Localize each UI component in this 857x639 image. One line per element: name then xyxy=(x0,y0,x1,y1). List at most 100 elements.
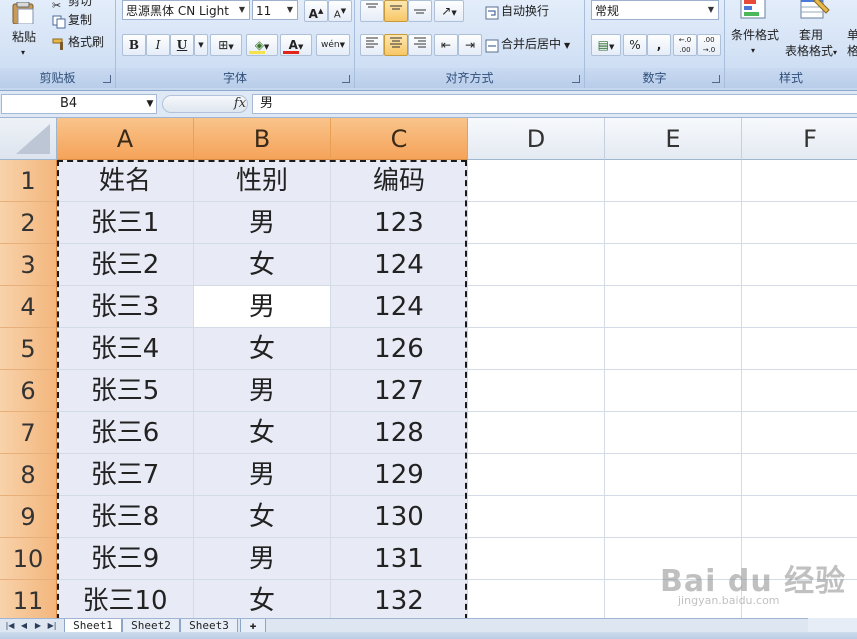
number-format-combo[interactable]: 常规 ▼ xyxy=(591,0,719,20)
row-header-1[interactable]: 1 xyxy=(0,160,57,202)
chevron-down-icon[interactable]: ▼ xyxy=(144,94,156,114)
align-left-button[interactable] xyxy=(360,34,384,56)
increase-decimal-button[interactable]: ←.0 .00 xyxy=(673,34,697,56)
cell-b11[interactable]: 女 xyxy=(194,580,331,618)
cell-b10[interactable]: 男 xyxy=(194,538,331,580)
cell-b7[interactable]: 女 xyxy=(194,412,331,454)
column-header-d[interactable]: D xyxy=(468,118,605,160)
chevron-down-icon[interactable]: ▾ xyxy=(751,40,755,62)
percent-button[interactable]: % xyxy=(623,34,647,56)
align-top-button[interactable] xyxy=(360,0,384,22)
align-center-button[interactable] xyxy=(384,34,408,56)
decrease-decimal-button[interactable]: .00 →.0 xyxy=(697,34,721,56)
cell-b2[interactable]: 男 xyxy=(194,202,331,244)
cell-b6[interactable]: 男 xyxy=(194,370,331,412)
font-launcher-icon[interactable] xyxy=(342,75,350,83)
row-header-10[interactable]: 10 xyxy=(0,538,57,580)
clipboard-launcher-icon[interactable] xyxy=(103,75,111,83)
column-header-b[interactable]: B xyxy=(194,118,331,160)
copy-button[interactable]: 复制 xyxy=(52,9,92,31)
row-header-6[interactable]: 6 xyxy=(0,370,57,412)
merge-center-button[interactable]: 合并后居中 ▼ xyxy=(485,33,570,55)
cell-b8[interactable]: 男 xyxy=(194,454,331,496)
italic-button[interactable]: I xyxy=(146,34,170,56)
cell-a1[interactable]: 姓名 xyxy=(57,160,194,202)
cell-a11[interactable]: 张三10 xyxy=(57,580,194,618)
table-format-button[interactable]: 表格格式▾ xyxy=(785,40,837,62)
cell-a9[interactable]: 张三8 xyxy=(57,496,194,538)
orientation-button[interactable]: ↗▼ xyxy=(434,0,464,22)
cell-c6[interactable]: 127 xyxy=(331,370,468,412)
cell-c4[interactable]: 124 xyxy=(331,286,468,328)
row-header-7[interactable]: 7 xyxy=(0,412,57,454)
accounting-format-button[interactable]: ▤▼ xyxy=(591,34,621,56)
cell-a4[interactable]: 张三3 xyxy=(57,286,194,328)
tab-sheet3[interactable]: Sheet3 xyxy=(180,619,238,633)
row-header-9[interactable]: 9 xyxy=(0,496,57,538)
paste-icon[interactable] xyxy=(8,1,38,25)
name-box[interactable]: B4 xyxy=(1,94,157,114)
comma-style-button[interactable]: , xyxy=(647,34,671,56)
row-header-11[interactable]: 11 xyxy=(0,580,57,618)
cell-styles-label-2[interactable]: 格 xyxy=(847,40,857,62)
align-right-button[interactable] xyxy=(408,34,432,56)
cell-c2[interactable]: 123 xyxy=(331,202,468,244)
font-size-combo[interactable]: 11 ▼ xyxy=(252,0,298,20)
grow-font-button[interactable]: A▲ xyxy=(304,0,328,22)
cell-c3[interactable]: 124 xyxy=(331,244,468,286)
insert-sheet-button[interactable]: ✚ xyxy=(240,619,266,633)
cell-b3[interactable]: 女 xyxy=(194,244,331,286)
tab-sheet1[interactable]: Sheet1 xyxy=(64,619,122,633)
phonetic-button[interactable]: wén▼ xyxy=(316,34,350,56)
next-sheet-icon[interactable]: ▶ xyxy=(32,620,44,632)
row-header-2[interactable]: 2 xyxy=(0,202,57,244)
underline-dropdown-icon[interactable]: ▼ xyxy=(194,34,208,56)
cell-c10[interactable]: 131 xyxy=(331,538,468,580)
cell-b5[interactable]: 女 xyxy=(194,328,331,370)
column-header-a[interactable]: A xyxy=(57,118,194,160)
column-header-e[interactable]: E xyxy=(605,118,742,160)
cell-a2[interactable]: 张三1 xyxy=(57,202,194,244)
cell-c8[interactable]: 129 xyxy=(331,454,468,496)
horizontal-scrollbar[interactable] xyxy=(808,618,857,632)
wrap-text-button[interactable]: 自动换行 xyxy=(485,0,549,22)
column-header-f[interactable]: F xyxy=(742,118,857,160)
cell-c11[interactable]: 132 xyxy=(331,580,468,618)
last-sheet-icon[interactable]: ▶| xyxy=(46,620,58,632)
row-header-5[interactable]: 5 xyxy=(0,328,57,370)
conditional-format-icon[interactable] xyxy=(739,0,771,20)
align-bottom-button[interactable] xyxy=(408,0,432,22)
row-header-3[interactable]: 3 xyxy=(0,244,57,286)
format-painter-button[interactable]: 格式刷 xyxy=(52,31,104,53)
column-header-c[interactable]: C xyxy=(331,118,468,160)
font-name-combo[interactable]: 思源黑体 CN Light ▼ xyxy=(122,0,250,20)
align-middle-button[interactable] xyxy=(384,0,408,22)
cell-a10[interactable]: 张三9 xyxy=(57,538,194,580)
cell-b4-active[interactable]: 男 xyxy=(194,286,331,328)
prev-sheet-icon[interactable]: ◀ xyxy=(18,620,30,632)
cell-c1[interactable]: 编码 xyxy=(331,160,468,202)
table-format-icon[interactable] xyxy=(799,0,831,20)
cell-a8[interactable]: 张三7 xyxy=(57,454,194,496)
number-launcher-icon[interactable] xyxy=(712,75,720,83)
insert-function-button[interactable]: fx xyxy=(230,95,250,113)
border-button[interactable]: ⊞▼ xyxy=(210,34,242,56)
cell-a6[interactable]: 张三5 xyxy=(57,370,194,412)
underline-button[interactable]: U xyxy=(170,34,194,56)
shrink-font-button[interactable]: A▼ xyxy=(328,0,352,22)
cell-c7[interactable]: 128 xyxy=(331,412,468,454)
row-header-4[interactable]: 4 xyxy=(0,286,57,328)
paste-dropdown-icon[interactable]: ▾ xyxy=(21,42,25,64)
cell-b9[interactable]: 女 xyxy=(194,496,331,538)
decrease-indent-button[interactable]: ⇤ xyxy=(434,34,458,56)
row-header-8[interactable]: 8 xyxy=(0,454,57,496)
cell-a5[interactable]: 张三4 xyxy=(57,328,194,370)
cell-a3[interactable]: 张三2 xyxy=(57,244,194,286)
formula-input[interactable]: 男 xyxy=(252,94,857,114)
bold-button[interactable]: B xyxy=(122,34,146,56)
cell-c9[interactable]: 130 xyxy=(331,496,468,538)
cell-b1[interactable]: 性别 xyxy=(194,160,331,202)
tab-sheet2[interactable]: Sheet2 xyxy=(122,619,180,633)
increase-indent-button[interactable]: ⇥ xyxy=(458,34,482,56)
first-sheet-icon[interactable]: |◀ xyxy=(4,620,16,632)
